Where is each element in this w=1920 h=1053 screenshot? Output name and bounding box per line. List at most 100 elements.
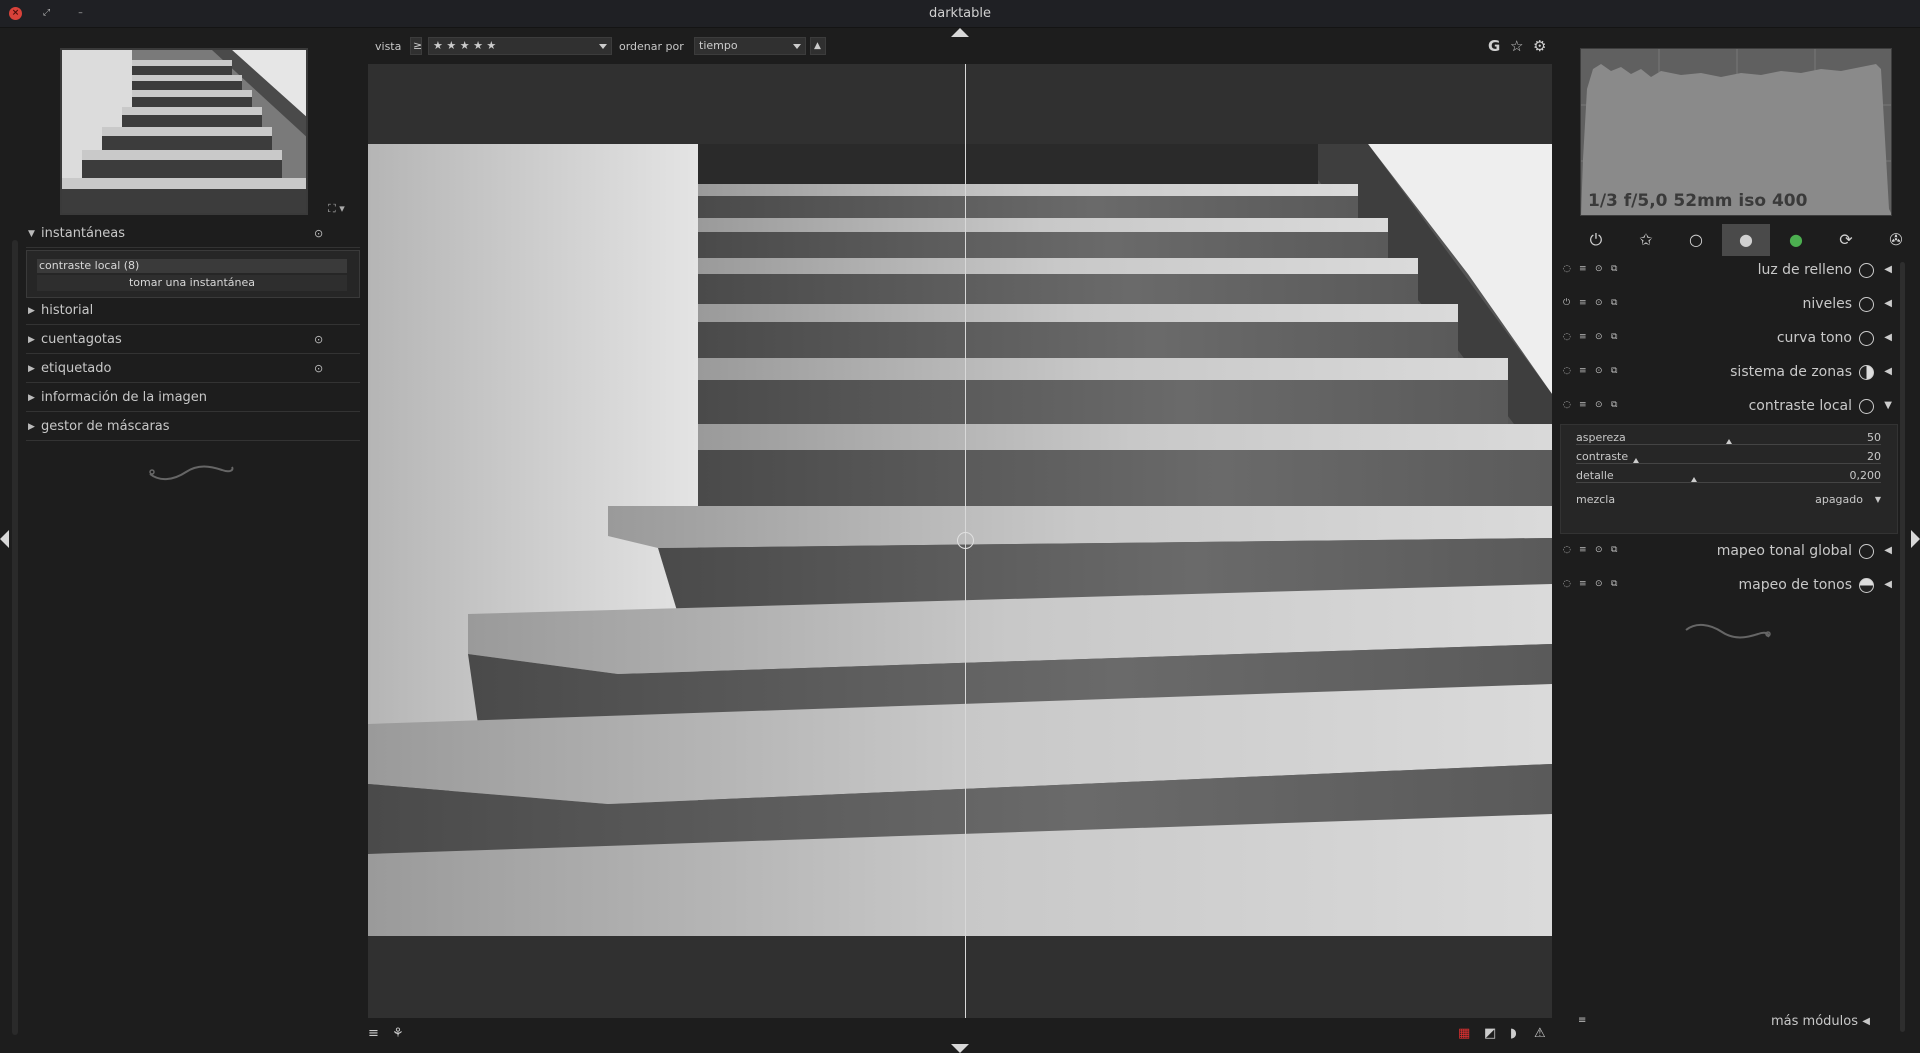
section-snapshots[interactable]: ▼ instantáneas ⊙ [26, 220, 360, 248]
section-history[interactable]: ▶ historial [26, 297, 360, 325]
module-instance-icon[interactable]: ⧉ [1611, 366, 1617, 376]
sort-dropdown[interactable]: tiempo [694, 37, 806, 55]
module-global-tonemap[interactable]: ◌ ≡ ⊙ ⧉ mapeo tonal global ◀ [1560, 535, 1900, 569]
module-presets-icon[interactable]: ⊙ [1595, 400, 1603, 410]
module-presets-icon[interactable]: ⊙ [1595, 579, 1603, 589]
toggle-left-panel-icon[interactable] [0, 530, 9, 548]
color-assessment-icon[interactable]: ▦ [1458, 1026, 1470, 1041]
rating-filter-dropdown[interactable]: ★ ★ ★ ★ ★ [428, 37, 612, 55]
take-snapshot-button[interactable]: tomar una instantánea [37, 275, 347, 291]
module-presets-icon[interactable]: ⊙ [1595, 298, 1603, 308]
module-menu-icon[interactable]: ≡ [1579, 545, 1587, 555]
slider-contrast[interactable]: contraste 20 [1576, 450, 1881, 468]
left-scrollbar[interactable] [12, 240, 18, 1035]
navigation-zoom-icon[interactable]: ⛶ ▾ [328, 202, 345, 216]
section-mask-manager[interactable]: ▶ gestor de máscaras [26, 413, 360, 441]
preset-gear-icon[interactable]: ⊙ [314, 333, 323, 346]
module-power-icon[interactable]: ◌ [1563, 264, 1571, 274]
module-presets-icon[interactable]: ⊙ [1595, 545, 1603, 555]
collapsed-triangle-icon: ▶ [28, 393, 35, 403]
expanded-triangle-icon: ▼ [1884, 400, 1892, 411]
toggle-right-panel-icon[interactable] [1911, 530, 1920, 548]
module-presets-icon[interactable]: ⊙ [1595, 332, 1603, 342]
module-menu-icon[interactable]: ≡ [1579, 400, 1587, 410]
snapshot-item[interactable]: contraste local (8) [37, 259, 347, 273]
color-group-icon[interactable]: ● [1772, 224, 1820, 256]
module-menu-icon[interactable]: ≡ [1578, 1015, 1586, 1026]
module-fill-light[interactable]: ◌ ≡ ⊙ ⧉ luz de relleno ◀ [1560, 254, 1900, 288]
module-tonemap[interactable]: ◌ ≡ ⊙ ⧉ mapeo de tonos ◀ [1560, 569, 1900, 603]
module-power-icon[interactable]: ◌ [1563, 400, 1571, 410]
slider-detail[interactable]: detalle 0,200 [1576, 469, 1881, 487]
grouping-g-icon[interactable]: G [1488, 37, 1500, 55]
slider-track[interactable] [1576, 463, 1881, 464]
overlays-star-icon[interactable]: ☆ [1510, 37, 1523, 55]
blend-mode-combobox[interactable]: mezcla apagado ▼ [1576, 493, 1881, 511]
module-menu-icon[interactable]: ≡ [1579, 332, 1587, 342]
module-menu-icon[interactable]: ≡ [1579, 298, 1587, 308]
raw-overexposed-icon[interactable]: ◩ [1484, 1026, 1496, 1041]
module-zone-system[interactable]: ◌ ≡ ⊙ ⧉ sistema de zonas ◀ [1560, 356, 1900, 390]
module-name: mapeo de tonos [1738, 577, 1852, 593]
param-label: mezcla [1576, 493, 1616, 506]
styles-icon[interactable]: ⚘ [392, 1026, 404, 1041]
module-tone-curve[interactable]: ◌ ≡ ⊙ ⧉ curva tono ◀ [1560, 322, 1900, 356]
module-instance-icon[interactable]: ⧉ [1611, 400, 1617, 410]
module-instance-icon[interactable]: ⧉ [1611, 579, 1617, 589]
rating-comparator[interactable]: ≥ [410, 37, 422, 55]
chevron-down-icon [599, 44, 607, 49]
sort-direction-toggle[interactable]: ▲ [810, 37, 826, 55]
param-value: 0,200 [1849, 469, 1882, 482]
quick-access-menu-icon[interactable]: ≡ [368, 1026, 379, 1041]
slider-knob[interactable] [1726, 439, 1732, 444]
slider-track[interactable] [1576, 444, 1881, 445]
module-instance-icon[interactable]: ⧉ [1611, 264, 1617, 274]
module-instance-icon[interactable]: ⧉ [1611, 545, 1617, 555]
local-contrast-params: aspereza 50 contraste 20 detalle 0,200 m… [1560, 424, 1898, 534]
right-scrollbar[interactable] [1900, 262, 1905, 1032]
more-modules-row[interactable]: ≡ más módulos ◀ [1570, 1012, 1896, 1034]
slider-detail-roughness[interactable]: aspereza 50 [1576, 431, 1881, 449]
slider-track[interactable] [1576, 482, 1881, 483]
preset-gear-icon[interactable]: ⊙ [314, 362, 323, 375]
module-menu-icon[interactable]: ≡ [1579, 579, 1587, 589]
preset-gear-icon[interactable]: ⊙ [314, 227, 323, 240]
section-tagging[interactable]: ▶ etiquetado ⊙ [26, 355, 360, 383]
module-instance-icon[interactable]: ⧉ [1611, 332, 1617, 342]
basic-group-circle-icon[interactable]: ○ [1672, 224, 1720, 256]
gamut-check-icon[interactable]: ⚠ [1534, 1026, 1546, 1041]
module-power-icon[interactable]: ⏻ [1563, 298, 1570, 308]
module-power-icon[interactable]: ◌ [1563, 332, 1571, 342]
module-instance-icon[interactable]: ⧉ [1611, 298, 1617, 308]
slider-knob[interactable] [1633, 458, 1639, 463]
module-presets-icon[interactable]: ⊙ [1595, 264, 1603, 274]
module-power-icon[interactable]: ◌ [1563, 366, 1571, 376]
module-name: mapeo tonal global [1716, 543, 1852, 559]
module-levels[interactable]: ⏻ ≡ ⊙ ⧉ niveles ◀ [1560, 288, 1900, 322]
section-image-info[interactable]: ▶ información de la imagen [26, 384, 360, 412]
module-menu-icon[interactable]: ≡ [1579, 366, 1587, 376]
section-color-picker[interactable]: ▶ cuentagotas ⊙ [26, 326, 360, 354]
module-power-icon[interactable]: ◌ [1563, 545, 1571, 555]
navigation-thumbnail[interactable] [60, 48, 308, 215]
module-menu-icon[interactable]: ≡ [1579, 264, 1587, 274]
histogram[interactable]: 1/3 f/5,0 52mm iso 400 [1580, 48, 1892, 216]
favorites-star-icon[interactable]: ✩ [1622, 224, 1670, 256]
module-name: luz de relleno [1757, 262, 1852, 278]
slider-knob[interactable] [1691, 477, 1697, 482]
effects-group-icon[interactable]: ✇ [1872, 224, 1920, 256]
tone-group-icon[interactable]: ● [1722, 224, 1770, 256]
active-modules-power-icon[interactable]: ⏻ [1572, 224, 1620, 256]
collapsed-triangle-icon: ◀ [1884, 545, 1892, 556]
fill-light-icon [1859, 263, 1874, 278]
module-power-icon[interactable]: ◌ [1563, 579, 1571, 589]
panel-end-flourish [1685, 624, 1771, 639]
correction-group-icon[interactable]: ⟳ [1822, 224, 1870, 256]
softproof-icon[interactable]: ◗ [1510, 1026, 1517, 1041]
toggle-bottom-panel-icon[interactable] [951, 1044, 969, 1053]
module-local-contrast[interactable]: ◌ ≡ ⊙ ⧉ contraste local ▼ [1560, 390, 1900, 424]
preferences-gear-icon[interactable]: ⚙ [1533, 37, 1546, 55]
split-rotate-handle[interactable] [957, 532, 974, 549]
module-presets-icon[interactable]: ⊙ [1595, 366, 1603, 376]
more-modules-label: más módulos [1771, 1014, 1858, 1029]
